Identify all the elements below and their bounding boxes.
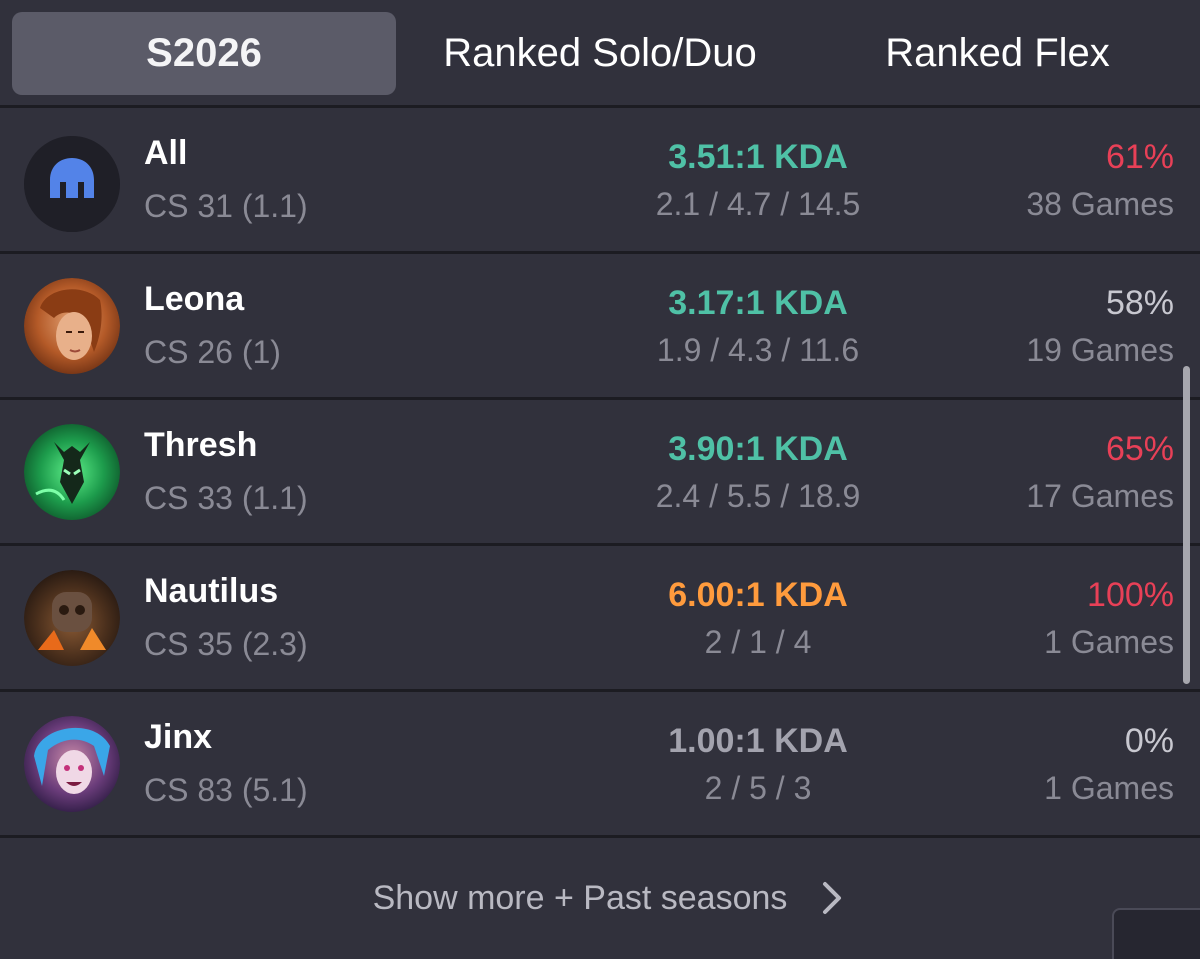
nautilus-portrait bbox=[24, 570, 120, 666]
win-rate: 0% bbox=[1124, 722, 1174, 760]
champion-row-nautilus[interactable]: Nautilus CS 35 (2.3) 6.00:1 KDA 2 / 1 / … bbox=[0, 546, 1200, 689]
chevron-right-icon bbox=[811, 878, 851, 918]
kda-detail: 2 / 1 / 4 bbox=[704, 624, 812, 660]
cs-stat: CS 33 (1.1) bbox=[144, 480, 308, 516]
champion-row-all[interactable]: All CS 31 (1.1) 3.51:1 KDA 2.1 / 4.7 / 1… bbox=[0, 108, 1200, 251]
cs-stat: CS 83 (5.1) bbox=[144, 772, 308, 808]
win-rate: 100% bbox=[1087, 576, 1174, 614]
kda-detail: 2 / 5 / 3 bbox=[704, 770, 812, 806]
jinx-portrait bbox=[24, 716, 120, 812]
kda-ratio: 3.17:1 KDA bbox=[668, 284, 848, 322]
tab-ranked-solo-duo[interactable]: Ranked Solo/Duo bbox=[400, 12, 800, 95]
champion-row-jinx[interactable]: Jinx CS 83 (5.1) 1.00:1 KDA 2 / 5 / 3 0%… bbox=[0, 692, 1200, 835]
champion-stats-panel: S2026 Ranked Solo/Duo Ranked Flex All CS… bbox=[0, 0, 1200, 959]
champion-name: Thresh bbox=[144, 426, 258, 464]
kda-ratio: 3.51:1 KDA bbox=[668, 138, 848, 176]
cs-stat: CS 31 (1.1) bbox=[144, 188, 308, 224]
games-count: 19 Games bbox=[1026, 332, 1174, 368]
tab-ranked-flex[interactable]: Ranked Flex bbox=[800, 12, 1195, 95]
champion-row-leona[interactable]: Leona CS 26 (1) 3.17:1 KDA 1.9 / 4.3 / 1… bbox=[0, 254, 1200, 397]
kda-ratio: 1.00:1 KDA bbox=[668, 722, 848, 760]
kda-detail: 2.4 / 5.5 / 18.9 bbox=[655, 478, 861, 514]
win-rate: 61% bbox=[1105, 138, 1174, 176]
cs-stat: CS 35 (2.3) bbox=[144, 626, 308, 662]
kda-detail: 1.9 / 4.3 / 11.6 bbox=[656, 332, 860, 368]
games-count: 38 Games bbox=[1026, 186, 1174, 222]
champion-name: All bbox=[144, 134, 188, 172]
champion-name: Nautilus bbox=[144, 572, 279, 610]
scrollbar[interactable] bbox=[1183, 366, 1190, 684]
floating-panel-edge bbox=[1112, 908, 1200, 959]
leona-portrait bbox=[24, 278, 120, 374]
season-tabs: S2026 Ranked Solo/Duo Ranked Flex bbox=[0, 0, 1200, 106]
champion-row-thresh[interactable]: Thresh CS 33 (1.1) 3.90:1 KDA 2.4 / 5.5 … bbox=[0, 400, 1200, 543]
kda-detail: 2.1 / 4.7 / 14.5 bbox=[655, 186, 861, 222]
tab-s2026[interactable]: S2026 bbox=[12, 12, 396, 95]
champion-name: Leona bbox=[144, 280, 245, 318]
cs-stat: CS 26 (1) bbox=[144, 334, 281, 370]
games-count: 17 Games bbox=[1026, 478, 1174, 514]
win-rate: 58% bbox=[1105, 284, 1174, 322]
show-more-button[interactable]: Show more + Past seasons bbox=[0, 878, 1200, 918]
kda-ratio: 6.00:1 KDA bbox=[668, 576, 848, 614]
games-count: 1 Games bbox=[1044, 624, 1174, 660]
show-more-label: Show more + Past seasons bbox=[372, 878, 788, 917]
thresh-portrait bbox=[24, 424, 120, 520]
kda-ratio: 3.90:1 KDA bbox=[668, 430, 848, 468]
games-count: 1 Games bbox=[1044, 770, 1174, 806]
helmet-icon bbox=[24, 136, 120, 232]
champion-name: Jinx bbox=[144, 718, 213, 756]
win-rate: 65% bbox=[1105, 430, 1174, 468]
